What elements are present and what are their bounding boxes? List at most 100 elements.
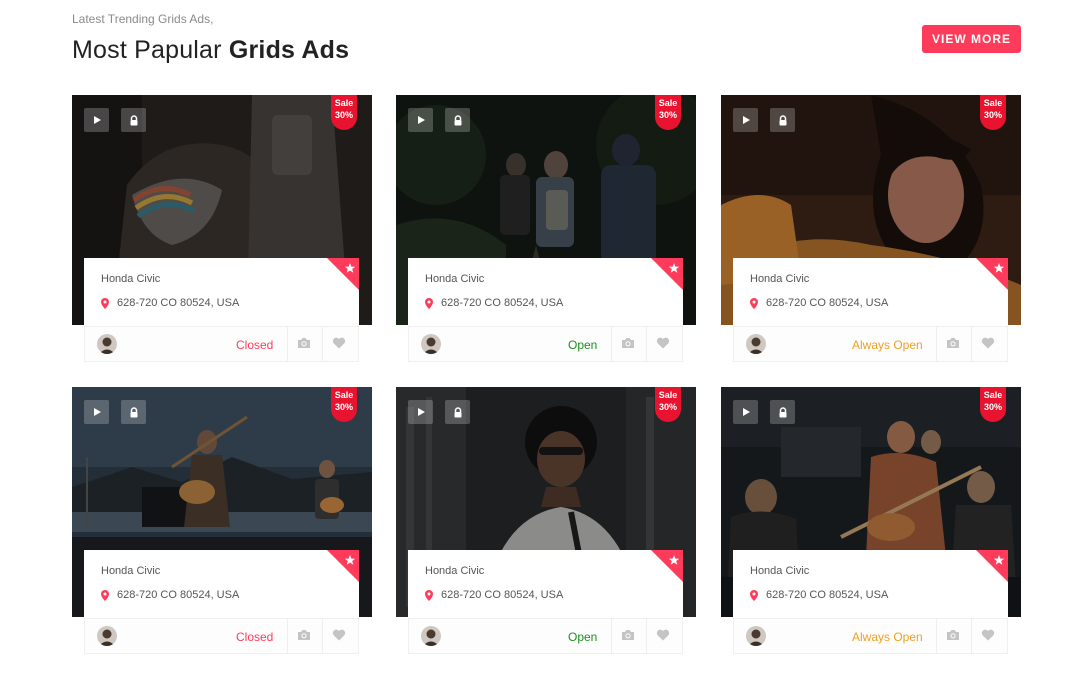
lock-icon [779,406,786,417]
featured-corner [327,258,359,290]
section-title-bold: Grids Ads [228,36,350,64]
sale-badge-label: Sale [983,98,1003,108]
divider [287,619,288,653]
ad-footer: Open [408,326,683,362]
sale-badge-percent: 30% [334,402,353,412]
lock-button[interactable] [121,400,146,424]
ad-address: 628-720 CO 80524, USA [101,297,239,309]
ad-address-text: 628-720 CO 80524, USA [441,297,564,309]
play-icon [93,116,101,124]
play-button[interactable] [408,108,433,132]
ad-footer: Always Open [733,326,1008,362]
sale-badge: Sale 30% [331,95,357,130]
ad-title[interactable]: Honda Civic [425,273,484,285]
heart-icon[interactable] [656,629,670,641]
ad-card[interactable]: Sale 30% Honda Civic 628-720 CO 80524, U… [72,387,372,655]
ad-info: Honda Civic 628-720 CO 80524, USA [733,258,1008,326]
heart-icon[interactable] [332,337,346,349]
sale-badge-percent: 30% [658,110,677,120]
play-button[interactable] [733,400,758,424]
divider [322,327,323,361]
lock-icon [454,406,461,417]
play-button[interactable] [84,108,109,132]
lock-button[interactable] [445,108,470,132]
avatar[interactable] [97,626,117,646]
divider [646,619,647,653]
ad-address: 628-720 CO 80524, USA [425,589,563,601]
divider [936,327,937,361]
camera-icon[interactable] [297,337,311,349]
camera-icon[interactable] [297,629,311,641]
ad-footer: Always Open [733,618,1008,654]
play-icon [417,116,425,124]
divider [287,327,288,361]
view-more-button[interactable]: VIEW MORE [922,25,1021,53]
sale-badge-percent: 30% [983,110,1002,120]
ad-card[interactable]: Sale 30% Honda Civic 628-720 CO 80524, U… [396,387,696,655]
play-icon [742,408,750,416]
ad-title[interactable]: Honda Civic [425,565,484,577]
location-pin-icon [425,589,433,601]
ad-title[interactable]: Honda Civic [750,565,809,577]
lock-button[interactable] [121,108,146,132]
ad-card[interactable]: Sale 30% Honda Civic 628-720 CO 80524, U… [396,95,696,363]
location-pin-icon [101,297,109,309]
camera-icon[interactable] [621,629,635,641]
ad-address: 628-720 CO 80524, USA [750,297,888,309]
ad-footer: Closed [84,326,359,362]
play-button[interactable] [733,108,758,132]
status-text: Always Open [852,338,923,352]
status-text: Closed [236,630,274,644]
ad-info: Honda Civic 628-720 CO 80524, USA [84,550,359,618]
divider [611,327,612,361]
sale-badge: Sale 30% [980,387,1006,422]
lock-button[interactable] [770,400,795,424]
ad-address: 628-720 CO 80524, USA [101,589,239,601]
camera-icon[interactable] [621,337,635,349]
ad-title[interactable]: Honda Civic [101,565,160,577]
ad-title[interactable]: Honda Civic [101,273,160,285]
play-button[interactable] [408,400,433,424]
heart-icon[interactable] [981,337,995,349]
lock-button[interactable] [445,400,470,424]
sale-badge-label: Sale [658,390,678,400]
heart-icon[interactable] [332,629,346,641]
ad-footer: Closed [84,618,359,654]
location-pin-icon [101,589,109,601]
lock-icon [779,114,786,125]
avatar[interactable] [421,334,441,354]
camera-icon[interactable] [946,629,960,641]
featured-corner [976,258,1008,290]
status-text: Open [568,630,598,644]
sale-badge-percent: 30% [983,402,1002,412]
play-icon [742,116,750,124]
featured-corner [327,550,359,582]
avatar[interactable] [421,626,441,646]
ad-card[interactable]: Sale 30% Honda Civic 628-720 CO 80524, U… [721,95,1021,363]
avatar[interactable] [97,334,117,354]
avatar[interactable] [746,334,766,354]
heart-icon[interactable] [656,337,670,349]
ad-title[interactable]: Honda Civic [750,273,809,285]
sale-badge-label: Sale [658,98,678,108]
ad-card[interactable]: Sale 30% Honda Civic 628-720 CO 80524, U… [72,95,372,363]
location-pin-icon [750,589,758,601]
ad-info: Honda Civic 628-720 CO 80524, USA [408,258,683,326]
lock-icon [130,114,137,125]
play-button[interactable] [84,400,109,424]
ad-info: Honda Civic 628-720 CO 80524, USA [84,258,359,326]
ad-address: 628-720 CO 80524, USA [425,297,563,309]
section-eyebrow: Latest Trending Grids Ads, [72,12,214,26]
ad-address: 628-720 CO 80524, USA [750,589,888,601]
lock-button[interactable] [770,108,795,132]
heart-icon[interactable] [981,629,995,641]
ad-card[interactable]: Sale 30% Honda Civic 628-720 CO 80524, U… [721,387,1021,655]
avatar[interactable] [746,626,766,646]
sale-badge-label: Sale [334,390,354,400]
featured-corner [651,550,683,582]
featured-corner [651,258,683,290]
ad-footer: Open [408,618,683,654]
camera-icon[interactable] [946,337,960,349]
divider [646,327,647,361]
ad-address-text: 628-720 CO 80524, USA [766,297,889,309]
